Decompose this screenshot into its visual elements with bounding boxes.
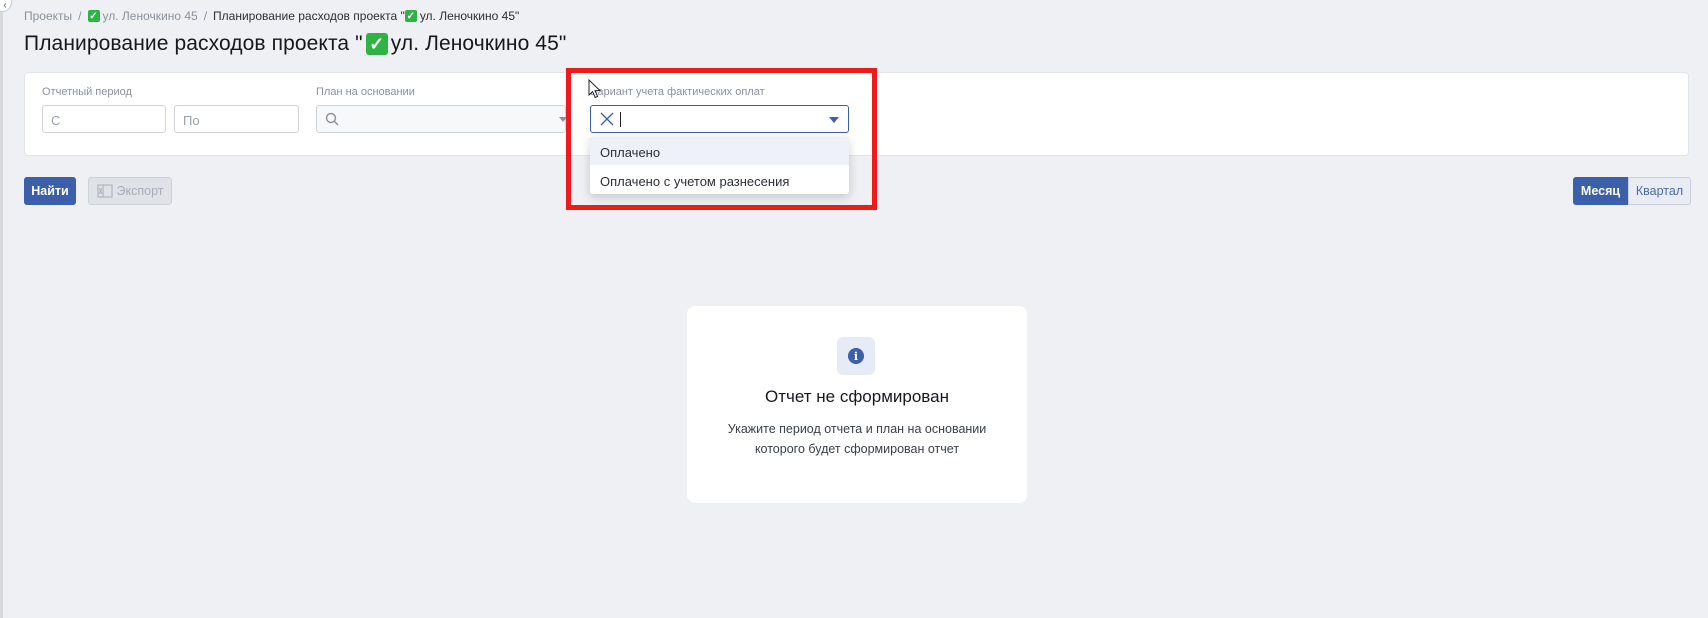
check-icon: ✓ (87, 10, 100, 22)
empty-state-title: Отчет не сформирован (764, 387, 949, 406)
empty-state-card: i Отчет не сформирован Укажите период от… (687, 306, 1027, 503)
search-icon (325, 112, 339, 126)
breadcrumb-projects-link[interactable]: Проекты (24, 9, 72, 23)
breadcrumb-current-prefix: Планирование расходов проекта " (213, 9, 405, 23)
breadcrumb-current-suffix: ул. Леночкино 45" (419, 9, 520, 23)
empty-state-description: Укажите период отчета и план на основани… (727, 422, 987, 456)
info-icon: i (848, 348, 864, 364)
excel-icon (96, 184, 113, 198)
breadcrumb-separator: / (203, 9, 208, 23)
breadcrumb: Проекты / ✓ ул. Леночкино 45 / Планирова… (24, 9, 519, 23)
check-icon: ✓ (365, 33, 388, 55)
page-title: Планирование расходов проекта " ✓ ул. Ле… (24, 32, 566, 56)
mouse-pointer-icon (588, 79, 602, 99)
breadcrumb-separator: / (78, 9, 82, 23)
export-button[interactable]: Экспорт (88, 177, 172, 205)
plan-select[interactable] (316, 105, 567, 133)
period-to-input[interactable]: По (174, 105, 299, 133)
page-title-suffix: ул. Леночкино 45" (390, 32, 567, 55)
check-icon: ✓ (404, 10, 417, 22)
find-button[interactable]: Найти (24, 177, 76, 205)
highlight-box (566, 68, 877, 210)
period-toggle-month[interactable]: Месяц (1573, 177, 1628, 205)
info-icon-container: i (837, 337, 875, 375)
period-from-input[interactable]: С (42, 105, 166, 133)
page-title-prefix: Планирование расходов проекта " (24, 32, 363, 55)
breadcrumb-project-link[interactable]: ул. Леночкино 45 (103, 9, 198, 23)
export-label: Экспорт (116, 184, 164, 198)
window-left-border (0, 0, 3, 618)
period-toggle-quarter[interactable]: Квартал (1628, 177, 1691, 205)
period-label: Отчетный период (42, 86, 132, 98)
collapse-back-icon[interactable]: ‹ (0, 0, 12, 12)
plan-label: План на основании (316, 86, 415, 98)
